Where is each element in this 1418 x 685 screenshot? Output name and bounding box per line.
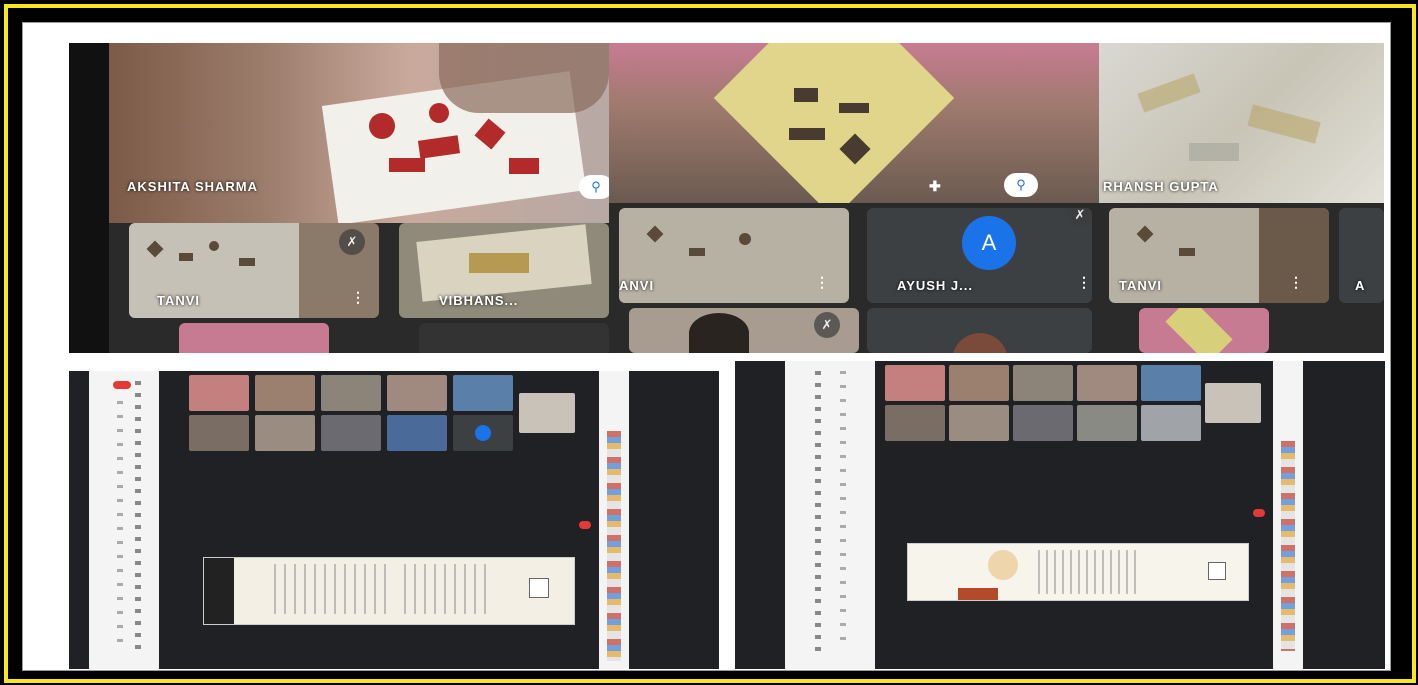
- tile-pink-paper[interactable]: [179, 323, 329, 353]
- thumb-r3: [1013, 365, 1073, 401]
- tile-tanvi-3[interactable]: TANVI ⋮: [1109, 208, 1329, 303]
- participant-name-tanvi-2: ANVI: [619, 278, 655, 293]
- tile-mixed-paper[interactable]: [1139, 308, 1269, 353]
- participant-name-a: A: [1355, 278, 1366, 293]
- meet-screenshot-right: [735, 361, 1385, 669]
- thumb-8: [321, 415, 381, 451]
- browser-sidebar-right: [599, 371, 629, 669]
- participant-name-vibhans: VIBHANS...: [439, 293, 519, 308]
- participant-name-tanvi-3: TANVI: [1119, 278, 1163, 293]
- yellow-border-frame: AKSHITA SHARMA ⚲ ✗ TANVI ⋮ VIBHANS... ✚ …: [4, 4, 1416, 683]
- record-indicator-2: [1253, 509, 1265, 517]
- tile-dark-2: [867, 308, 1092, 353]
- browser-sidebar-left-2: [785, 361, 875, 669]
- thumb-r8: [1013, 405, 1073, 441]
- more-vert-icon[interactable]: ⋮: [351, 289, 365, 306]
- pin-icon[interactable]: ⚲: [579, 175, 609, 199]
- speaker-tile-yellow-cutout[interactable]: ✚ ⚲: [609, 43, 1099, 203]
- participant-name-ayush: AYUSH J...: [897, 278, 973, 293]
- mic-off-icon-3: ✗: [814, 312, 840, 338]
- thumb-1: [189, 375, 249, 411]
- thumb-4: [387, 375, 447, 411]
- shared-document-right: [907, 543, 1249, 601]
- meet-panel-1: AKSHITA SHARMA ⚲ ✗ TANVI ⋮ VIBHANS...: [109, 43, 609, 353]
- thumb-3: [321, 375, 381, 411]
- more-vert-icon-4[interactable]: ⋮: [1289, 274, 1303, 291]
- mic-off-icon-2: ✗: [1067, 208, 1092, 228]
- participant-name-rhansh: RHANSH GUPTA: [1103, 179, 1219, 194]
- mic-off-icon: ✗: [339, 229, 365, 255]
- thumb-2: [255, 375, 315, 411]
- tile-vibhans[interactable]: VIBHANS...: [399, 223, 609, 318]
- tile-ayush[interactable]: A AYUSH J... ⋮ ✗: [867, 208, 1092, 303]
- thumb-r1: [885, 365, 945, 401]
- thumb-r4: [1077, 365, 1137, 401]
- meet-panel-3: RHANSH GUPTA TANVI ⋮ A: [1099, 43, 1384, 353]
- more-vert-icon-3[interactable]: ⋮: [1077, 274, 1091, 291]
- thumb-9: [387, 415, 447, 451]
- thumb-r2: [949, 365, 1009, 401]
- thumb-r9: [1077, 405, 1137, 441]
- browser-sidebar-right-2: [1273, 361, 1303, 669]
- pip-icon[interactable]: ✚: [929, 178, 941, 195]
- record-indicator: [579, 521, 591, 529]
- tile-tanvi[interactable]: ✗ TANVI ⋮: [129, 223, 379, 318]
- tile-tanvi-2[interactable]: ANVI ⋮: [619, 208, 849, 303]
- meet-screenshot-left: [69, 371, 719, 669]
- browser-sidebar-left: [89, 371, 159, 669]
- yellow-paper-cutout: [713, 43, 955, 203]
- thumb-r7: [949, 405, 1009, 441]
- thumb-r6: [885, 405, 945, 441]
- thumb-5: [453, 375, 513, 411]
- collage-canvas: AKSHITA SHARMA ⚲ ✗ TANVI ⋮ VIBHANS... ✚ …: [22, 22, 1391, 671]
- thumb-r11: [1205, 383, 1261, 423]
- more-vert-icon-2[interactable]: ⋮: [815, 274, 829, 291]
- thumb-7: [255, 415, 315, 451]
- tile-cut-a[interactable]: A: [1339, 208, 1384, 303]
- top-left-strip: [69, 43, 109, 353]
- tile-boy[interactable]: ✗: [629, 308, 859, 353]
- thumb-11: [519, 393, 575, 433]
- thumb-r10: [1141, 405, 1201, 441]
- thumb-10: [453, 415, 513, 451]
- participant-name-akshita: AKSHITA SHARMA: [127, 179, 258, 194]
- speaker-tile-akshita[interactable]: AKSHITA SHARMA ⚲: [109, 43, 609, 223]
- meet-panel-2: ✚ ⚲ ANVI ⋮ A AYUSH J... ⋮ ✗ ✗: [609, 43, 1099, 353]
- shared-document-left: [203, 557, 575, 625]
- tile-dark-1: [419, 323, 609, 353]
- pin-icon-2[interactable]: ⚲: [1004, 173, 1038, 197]
- thumb-6: [189, 415, 249, 451]
- thumb-r5: [1141, 365, 1201, 401]
- speaker-tile-rhansh[interactable]: RHANSH GUPTA: [1099, 43, 1384, 203]
- avatar-ayush: A: [962, 216, 1016, 270]
- participant-name-tanvi: TANVI: [157, 293, 201, 308]
